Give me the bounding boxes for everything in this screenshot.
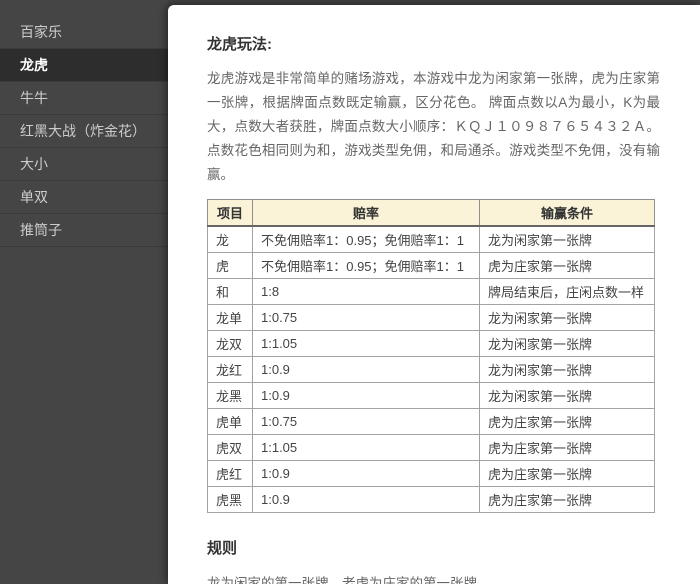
content-card: 龙虎玩法: 龙虎游戏是非常简单的赌场游戏，本游戏中龙为闲家第一张牌，虎为庄家第一… xyxy=(168,5,700,584)
cell-odds: 1:8 xyxy=(253,279,480,305)
sidebar-item-baccarat[interactable]: 百家乐 xyxy=(0,16,168,49)
sidebar-item-niuniu[interactable]: 牛牛 xyxy=(0,82,168,115)
cell-odds: 1:1.05 xyxy=(253,331,480,357)
table-row: 虎黑 1:0.9 虎为庄家第一张牌 xyxy=(208,487,655,513)
odds-table: 项目 赔率 输赢条件 龙 不免佣赔率1：0.95；免佣赔率1：1 龙为闲家第一张… xyxy=(207,199,655,513)
table-row: 虎双 1:1.05 虎为庄家第一张牌 xyxy=(208,435,655,461)
header-condition: 输赢条件 xyxy=(480,200,655,227)
table-row: 龙双 1:1.05 龙为闲家第一张牌 xyxy=(208,331,655,357)
intro-paragraph: 龙虎游戏是非常简单的赌场游戏，本游戏中龙为闲家第一张牌，虎为庄家第一张牌，根据牌… xyxy=(207,67,660,187)
cell-item: 龙红 xyxy=(208,357,253,383)
cell-odds: 不免佣赔率1：0.95；免佣赔率1：1 xyxy=(253,226,480,253)
table-row: 和 1:8 牌局结束后，庄闲点数一样 xyxy=(208,279,655,305)
rule-paragraph: 龙为闲家的第一张牌。老虎为庄家的第一张牌。 xyxy=(207,572,660,584)
cell-condition: 虎为庄家第一张牌 xyxy=(480,487,655,513)
cell-item: 和 xyxy=(208,279,253,305)
cell-item: 龙双 xyxy=(208,331,253,357)
sidebar-item-dragon-tiger[interactable]: 龙虎 xyxy=(0,49,168,82)
table-row: 龙黑 1:0.9 龙为闲家第一张牌 xyxy=(208,383,655,409)
cell-odds: 1:0.9 xyxy=(253,487,480,513)
sidebar-item-red-black-war[interactable]: 红黑大战（炸金花） xyxy=(0,115,168,148)
table-header-row: 项目 赔率 输赢条件 xyxy=(208,200,655,227)
cell-condition: 龙为闲家第一张牌 xyxy=(480,226,655,253)
cell-item: 虎红 xyxy=(208,461,253,487)
table-row: 虎红 1:0.9 虎为庄家第一张牌 xyxy=(208,461,655,487)
cell-condition: 虎为庄家第一张牌 xyxy=(480,253,655,279)
table-row: 虎单 1:0.75 虎为庄家第一张牌 xyxy=(208,409,655,435)
cell-item: 虎 xyxy=(208,253,253,279)
cell-condition: 虎为庄家第一张牌 xyxy=(480,409,655,435)
sidebar-item-push-tube[interactable]: 推筒子 xyxy=(0,214,168,247)
cell-condition: 龙为闲家第一张牌 xyxy=(480,331,655,357)
table-row: 龙单 1:0.75 龙为闲家第一张牌 xyxy=(208,305,655,331)
cell-odds: 1:1.05 xyxy=(253,435,480,461)
cell-condition: 龙为闲家第一张牌 xyxy=(480,383,655,409)
cell-item: 龙黑 xyxy=(208,383,253,409)
header-item: 项目 xyxy=(208,200,253,227)
rules-title: 规则 xyxy=(207,537,660,558)
table-row: 龙红 1:0.9 龙为闲家第一张牌 xyxy=(208,357,655,383)
cell-odds: 1:0.9 xyxy=(253,357,480,383)
cell-condition: 龙为闲家第一张牌 xyxy=(480,357,655,383)
cell-odds: 1:0.75 xyxy=(253,409,480,435)
sidebar-item-odd-even[interactable]: 单双 xyxy=(0,181,168,214)
cell-condition: 虎为庄家第一张牌 xyxy=(480,435,655,461)
table-row: 虎 不免佣赔率1：0.95；免佣赔率1：1 虎为庄家第一张牌 xyxy=(208,253,655,279)
cell-condition: 虎为庄家第一张牌 xyxy=(480,461,655,487)
header-odds: 赔率 xyxy=(253,200,480,227)
cell-odds: 1:0.9 xyxy=(253,383,480,409)
cell-item: 龙单 xyxy=(208,305,253,331)
cell-item: 虎双 xyxy=(208,435,253,461)
page-title: 龙虎玩法: xyxy=(207,33,660,54)
sidebar: 百家乐 龙虎 牛牛 红黑大战（炸金花） 大小 单双 推筒子 xyxy=(0,0,168,584)
cell-condition: 牌局结束后，庄闲点数一样 xyxy=(480,279,655,305)
table-row: 龙 不免佣赔率1：0.95；免佣赔率1：1 龙为闲家第一张牌 xyxy=(208,226,655,253)
cell-condition: 龙为闲家第一张牌 xyxy=(480,305,655,331)
cell-item: 龙 xyxy=(208,226,253,253)
cell-odds: 1:0.75 xyxy=(253,305,480,331)
cell-item: 虎黑 xyxy=(208,487,253,513)
cell-item: 虎单 xyxy=(208,409,253,435)
cell-odds: 1:0.9 xyxy=(253,461,480,487)
cell-odds: 不免佣赔率1：0.95；免佣赔率1：1 xyxy=(253,253,480,279)
sidebar-nav: 百家乐 龙虎 牛牛 红黑大战（炸金花） 大小 单双 推筒子 xyxy=(0,0,168,247)
sidebar-item-big-small[interactable]: 大小 xyxy=(0,148,168,181)
